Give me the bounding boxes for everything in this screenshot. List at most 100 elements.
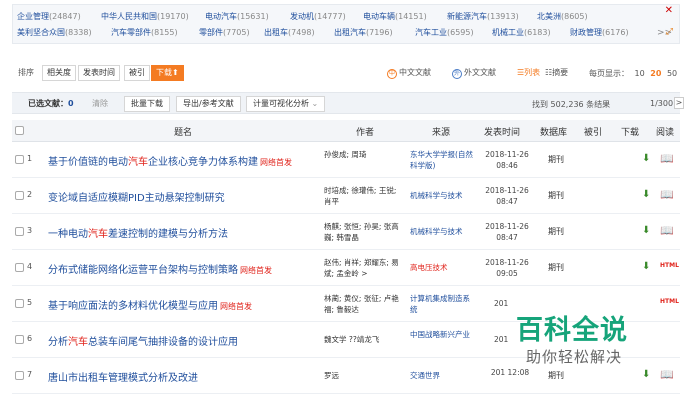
chinese-literature-toggle[interactable]: 中中文文献 [387,67,431,79]
sort-toolbar: 排序 相关度 发表时间 被引 下载⬆ 中中文文献 外外文文献 ☰列表 ☷摘要 每… [12,62,680,86]
row-checkbox[interactable] [15,191,24,200]
page-size-50[interactable]: 50 [667,69,677,78]
row-index: 1 [27,154,33,163]
article-title-link[interactable]: 变论域自适应模糊PID主动悬架控制研究 [48,189,227,204]
article-title-link[interactable]: 基于价值链的电动汽车企业核心竞争力体系构建 网络首发 [48,153,292,168]
foreign-literature-toggle[interactable]: 外外文文献 [452,67,496,79]
book-icon[interactable]: 📖 [660,368,674,381]
facet-item[interactable]: 电动车辆(14151) [363,10,427,24]
article-title-link[interactable]: 基于响应面法的多材料优化模型与应用 网络首发 [48,297,252,312]
header-download[interactable]: 下载 [621,125,639,138]
table-row: 4 分布式储能网络化运营平台架构与控制策略 网络首发 赵伟; 肖祥; 郑耀东; 易… [12,250,680,286]
watermark-subtitle: 助你轻松解决 [526,348,623,366]
facet-item[interactable]: 发动机(14777) [290,10,346,24]
row-database: 期刊 [548,227,564,236]
row-source[interactable]: 中国战略新兴产业 [410,329,474,340]
download-icon[interactable]: ⬇ [642,261,650,272]
row-source[interactable]: 机械科学与技术 [410,226,474,237]
selected-count: 已选文献：0 [28,99,74,108]
download-icon[interactable]: ⬇ [642,153,650,164]
header-read: 阅读 [656,128,675,138]
facet-item[interactable]: 财政管理(6176) [570,26,629,40]
facet-item[interactable]: 企业管理(24847) [17,10,81,24]
sort-label: 排序 [18,68,34,77]
download-icon[interactable]: ⬇ [642,189,650,200]
html-read-icon[interactable]: HTML [660,262,679,269]
download-icon[interactable]: ⬇ [642,369,650,380]
row-checkbox[interactable] [15,371,24,380]
article-title-link[interactable]: 唐山市出租车管理模式分析及改进 [48,369,200,384]
row-index: 4 [27,262,33,271]
chinese-icon: 中 [387,69,397,79]
row-author[interactable]: 孙俊成; 周琦 [324,149,406,160]
book-icon[interactable]: 📖 [660,188,674,201]
header-cited[interactable]: 被引 [584,125,602,138]
page-indicator: 1/300 [650,99,674,108]
row-database: 期刊 [548,155,564,164]
sort-cited-button[interactable]: 被引 [124,65,150,81]
batch-download-button[interactable]: 批量下载 [124,96,170,112]
article-title-link[interactable]: 分布式储能网络化运营平台架构与控制策略 网络首发 [48,261,272,276]
sort-relevance-button[interactable]: 相关度 [42,65,76,81]
facet-item[interactable]: 汽车零部件(8155) [111,26,178,40]
facet-item[interactable]: 新能源汽车(13913) [447,10,519,24]
row-source[interactable]: 机械科学与技术 [410,190,474,201]
row-source[interactable]: 计算机集成制造系统 [410,293,474,315]
facet-item[interactable]: 北美洲(8605) [537,10,588,24]
visual-analysis-dropdown[interactable]: 计量可视化分析 ⌄ [246,96,326,112]
facet-item[interactable]: 出租车(7498) [264,26,315,40]
close-icon[interactable]: ✕ [665,5,673,16]
facet-item[interactable]: 出租汽车(7196) [334,26,393,40]
row-author[interactable]: 罗远 [324,370,406,381]
html-read-icon[interactable]: HTML [660,298,679,305]
row-checkbox[interactable] [15,299,24,308]
next-page-button[interactable]: > [674,97,684,109]
header-source: 来源 [432,128,451,138]
view-abstract-button[interactable]: ☷摘要 [545,67,568,78]
header-author: 作者 [356,128,375,138]
facet-item[interactable]: 汽车工业(6595) [415,26,474,40]
article-title-link[interactable]: 一种电动汽车差速控制的建模与分析方法 [48,225,230,240]
row-author[interactable]: 时培成; 徐瓘伟; 王锐; 肖平 [324,185,406,207]
facet-item[interactable]: 美利坚合众国(8338) [17,26,92,40]
row-checkbox[interactable] [15,335,24,344]
page-size-selector: 每页显示： 10 20 50 [589,69,678,78]
row-source[interactable]: 高电压技术 [410,262,474,273]
sort-date-button[interactable]: 发表时间 [78,65,120,81]
table-row: 3 一种电动汽车差速控制的建模与分析方法 杨麒; 张恒; 孙昊; 张高巍; 韩雪… [12,214,680,250]
row-author[interactable]: 林蔺; 黄仪; 张征; 卢艳福; 鲁毅达 [324,293,406,315]
book-icon[interactable]: 📖 [660,224,674,237]
page-size-20[interactable]: 20 [650,69,661,78]
export-references-button[interactable]: 导出/参考文献 [176,96,241,112]
row-source[interactable]: 交通世界 [410,370,474,381]
view-list-button[interactable]: ☰列表 [517,67,540,78]
table-row: 2 变论域自适应模糊PID主动悬架控制研究 时培成; 徐瓘伟; 王锐; 肖平 机… [12,178,680,214]
facet-item[interactable]: 机械工业(6183) [492,26,551,40]
row-index: 7 [27,370,33,379]
row-author[interactable]: 杨麒; 张恒; 孙昊; 张高巍; 韩雪晶 [324,221,406,243]
download-icon[interactable]: ⬇ [642,225,650,236]
header-title[interactable]: 题名 [174,125,192,138]
facet-item[interactable]: 中华人民共和国(19170) [101,10,189,24]
row-database: 期刊 [548,371,564,380]
table-row: 1 基于价值链的电动汽车企业核心竞争力体系构建 网络首发 孙俊成; 周琦 东华大学… [12,142,680,178]
selection-bar: 已选文献：0 清除 批量下载 导出/参考文献 计量可视化分析 ⌄ 找到 502,… [12,92,684,114]
row-source[interactable]: 东华大学学报(自然科学版) [410,149,474,171]
book-icon[interactable]: 📖 [660,152,674,165]
facet-item[interactable]: 零部件(7705) [199,26,250,40]
clear-selection-link[interactable]: 清除 [92,98,108,109]
sort-download-button[interactable]: 下载⬆ [151,65,184,81]
row-author[interactable]: 赵伟; 肖祥; 郑耀东; 易斌; 孟金岭 > [324,257,406,279]
select-all-checkbox[interactable] [15,126,24,135]
row-checkbox[interactable] [15,155,24,164]
row-date: 2018-11-26 08:46 [485,150,529,170]
header-date[interactable]: 发表时间 [484,125,520,138]
row-checkbox[interactable] [15,263,24,272]
article-title-link[interactable]: 分析汽车总装车间尾气抽排设备的设计应用 [48,333,240,348]
row-checkbox[interactable] [15,227,24,236]
pin-icon[interactable]: ⤢ [666,27,673,37]
row-author[interactable]: 魏文学 ??靖龙飞 [324,334,406,345]
row-date: 2018-11-26 09:05 [485,258,529,278]
page-size-10[interactable]: 10 [635,69,645,78]
facet-item[interactable]: 电动汽车(15631) [205,10,269,24]
